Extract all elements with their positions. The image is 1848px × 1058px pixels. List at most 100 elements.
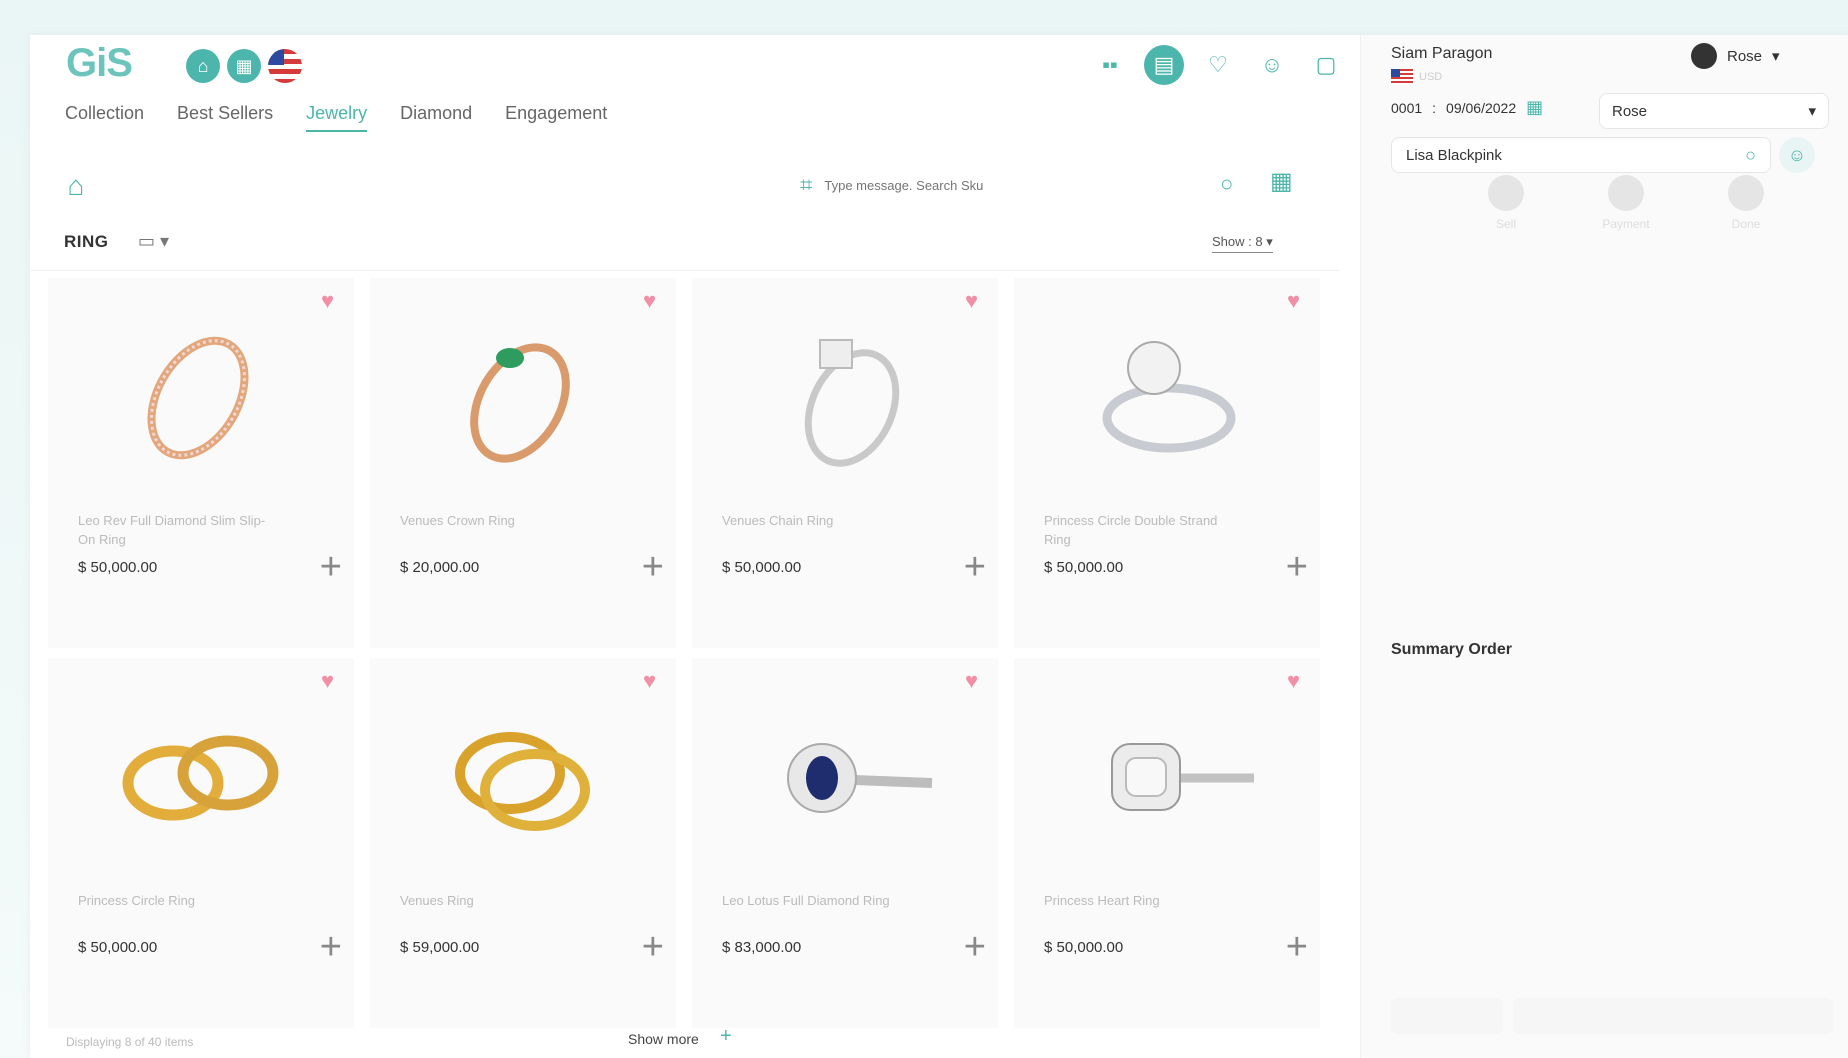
customer-field[interactable]: Lisa Blackpink ○ — [1391, 137, 1771, 173]
product-price: $ 20,000.00 — [400, 559, 480, 576]
add-to-cart-button[interactable]: + — [964, 926, 986, 969]
product-card[interactable]: ♥ Princess Circle Ring $ 50,000.00 + — [48, 658, 354, 1028]
store-icon[interactable]: ▦ — [227, 49, 261, 83]
product-name: Venues Chain Ring — [722, 513, 834, 528]
heart-icon[interactable]: ♥ — [643, 668, 656, 694]
add-to-cart-button[interactable]: + — [642, 926, 664, 969]
heart-icon[interactable]: ♥ — [321, 668, 334, 694]
step-label: Done — [1731, 217, 1761, 231]
main-panel: GiS ⌂ ▦ ▪▪ ▤ ♡ ☺ ▢ Collection Best Selle… — [30, 35, 1360, 1058]
add-to-cart-button[interactable]: + — [964, 546, 986, 589]
tab-engagement[interactable]: Engagement — [505, 97, 607, 132]
store-home-icon[interactable]: ⌂ — [58, 168, 94, 204]
ring-image — [1111, 743, 1254, 811]
user-name: Rose — [1727, 47, 1763, 65]
users-icon[interactable]: ☺ — [1252, 45, 1292, 85]
add-to-cart-button[interactable]: + — [1286, 926, 1308, 969]
product-price: $ 50,000.00 — [1044, 939, 1124, 956]
add-to-cart-button[interactable]: + — [320, 926, 342, 969]
header-quick-icons: ⌂ ▦ — [186, 49, 302, 83]
calendar-icon[interactable]: ▦ — [1526, 97, 1543, 118]
product-card[interactable]: ♥ Venues Ring $ 59,000.00 + — [370, 658, 676, 1028]
show-count-select[interactable]: Show : 8 ▾ — [1212, 234, 1273, 253]
product-card[interactable]: ♥ Leo Lotus Full Diamond Ring $ 83,000.0… — [692, 658, 998, 1028]
app-window: GiS ⌂ ▦ ▪▪ ▤ ♡ ☺ ▢ Collection Best Selle… — [30, 35, 1848, 1058]
user-menu[interactable]: Rose ▾ — [1691, 43, 1780, 69]
grid-menu-icon[interactable]: ▪▪ — [1090, 45, 1130, 85]
scan-icon[interactable]: ⌗ — [800, 172, 812, 198]
currency-label: USD — [1419, 70, 1443, 83]
product-price: $ 50,000.00 — [1044, 559, 1124, 576]
product-price: $ 83,000.00 — [722, 939, 802, 956]
ring-image — [455, 732, 590, 831]
filter-bar: RING ▭ ▾ Show : 8 ▾ — [30, 220, 1340, 271]
store-name: Siam Paragon — [1391, 45, 1493, 62]
show-value: 8 — [1255, 234, 1263, 249]
category-label: RING — [64, 232, 109, 251]
ring-image — [470, 343, 570, 463]
order-separator: : — [1432, 99, 1437, 116]
primary-button[interactable] — [1513, 998, 1833, 1034]
product-price: $ 50,000.00 — [722, 559, 802, 576]
staff-select[interactable]: Rose ▾ — [1599, 93, 1829, 129]
add-to-cart-button[interactable]: + — [1286, 546, 1308, 589]
currency: USD — [1391, 69, 1442, 84]
product-name: Venues Ring — [400, 893, 474, 908]
logo: GiS — [66, 41, 133, 85]
add-to-cart-button[interactable]: + — [642, 546, 664, 589]
show-label: Show : — [1212, 234, 1252, 249]
step-label: Payment — [1602, 217, 1650, 231]
display-count: Displaying 8 of 40 items — [66, 1035, 194, 1049]
product-card[interactable]: ♥ Venues Crown Ring $ 20,000.00 + — [370, 278, 676, 648]
heart-icon[interactable]: ♥ — [321, 288, 334, 314]
tab-best-sellers[interactable]: Best Sellers — [177, 97, 273, 132]
heart-icon[interactable]: ♡ — [1198, 45, 1238, 85]
ring-image — [804, 339, 900, 467]
grid-view-icon[interactable]: ▦ — [1270, 167, 1293, 196]
view-toggle-icon[interactable]: ▭ ▾ — [138, 231, 169, 252]
heart-icon[interactable]: ♥ — [965, 288, 978, 314]
toolbar-icons: ▪▪ ▤ ♡ ☺ ▢ — [1090, 45, 1346, 85]
step-sell: Sell — [1461, 175, 1551, 231]
search-input[interactable] — [822, 176, 1047, 194]
catalog-icon[interactable]: ▤ — [1144, 45, 1184, 85]
us-flag-icon[interactable] — [268, 49, 302, 83]
heart-icon[interactable]: ♥ — [1287, 668, 1300, 694]
secondary-button[interactable] — [1391, 998, 1503, 1034]
product-name: Princess Circle Ring — [78, 893, 196, 908]
search-icon[interactable]: ○ — [1745, 145, 1756, 166]
ring-image — [147, 336, 249, 460]
add-to-cart-button[interactable]: + — [320, 546, 342, 589]
product-price: $ 59,000.00 — [400, 939, 480, 956]
home-icon[interactable]: ⌂ — [186, 49, 220, 83]
step-dot — [1728, 175, 1764, 211]
product-card[interactable]: ♥ Princess Heart Ring $ 50,000.00 + — [1014, 658, 1320, 1028]
product-card[interactable]: ♥ Venues Chain Ring $ 50,000.00 + — [692, 278, 998, 648]
tab-diamond[interactable]: Diamond — [400, 97, 472, 132]
product-card[interactable]: ♥ Princess Circle Double Strand Ring $ 5… — [1014, 278, 1320, 648]
product-name: Princess Circle Double Strand Ring — [1044, 513, 1218, 547]
ring-image — [1102, 341, 1236, 453]
tab-jewelry[interactable]: Jewelry — [306, 97, 368, 132]
tab-collection[interactable]: Collection — [65, 97, 144, 132]
heart-icon[interactable]: ♥ — [643, 288, 656, 314]
order-steps: Sell Payment Done — [1461, 175, 1791, 231]
step-payment: Payment — [1581, 175, 1671, 231]
product-name: Venues Crown Ring — [400, 513, 515, 528]
chevron-down-icon: ▾ — [1772, 48, 1780, 65]
avatar — [1691, 43, 1717, 69]
step-dot — [1488, 175, 1524, 211]
action-buttons — [1391, 998, 1833, 1034]
search-icon[interactable]: ○ — [1220, 171, 1233, 197]
us-flag-icon — [1391, 69, 1413, 84]
plus-icon[interactable]: + — [720, 1025, 732, 1048]
product-name: Princess Heart Ring — [1044, 893, 1160, 908]
customer-profile-icon[interactable]: ☺ — [1779, 137, 1815, 173]
chevron-down-icon: ▾ — [1808, 103, 1816, 120]
customer-name: Lisa Blackpink — [1406, 146, 1502, 164]
clipboard-icon[interactable]: ▢ — [1306, 45, 1346, 85]
heart-icon[interactable]: ♥ — [965, 668, 978, 694]
heart-icon[interactable]: ♥ — [1287, 288, 1300, 314]
show-more-button[interactable]: Show more — [628, 1031, 699, 1047]
product-card[interactable]: ♥ Leo Rev Full Diamond Slim Slip-On Ring… — [48, 278, 354, 648]
